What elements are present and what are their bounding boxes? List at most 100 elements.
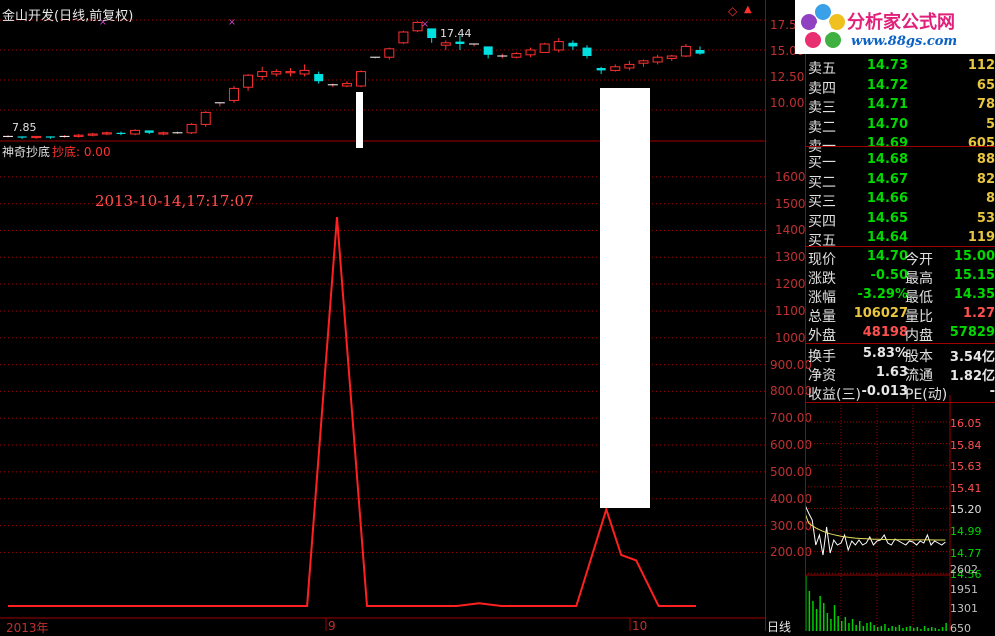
candle-up [440, 42, 451, 46]
order-price: 14.64 [866, 230, 908, 245]
intraday-volume-bar [830, 619, 832, 631]
highlight-bar [600, 88, 650, 508]
intraday-volume-tick: 1951 [950, 582, 978, 596]
intraday-price-tick: 14.99 [950, 525, 982, 538]
panel-divider [805, 146, 995, 147]
order-volume: 53 [976, 210, 995, 226]
stat-value: 48198 [862, 325, 908, 340]
indicator-axis-tick: 1500 [775, 196, 806, 211]
intraday-volume-bar [859, 621, 861, 631]
candle-up [553, 41, 564, 51]
candle-up [73, 134, 84, 137]
order-book-row: 卖五 14.73 112 [808, 58, 995, 77]
intraday-price-tick: 15.41 [950, 481, 982, 495]
stat-label: 总量 [808, 309, 836, 325]
stat-value: 1.27 [962, 306, 995, 321]
price-axis-tick: 12.50 [770, 70, 805, 84]
candle-down [483, 46, 493, 55]
order-volume: 82 [976, 171, 995, 187]
panel-divider [805, 343, 995, 344]
diamond-icon[interactable]: ◇ [728, 4, 737, 18]
candle-up [87, 133, 98, 136]
order-volume: 605 [967, 136, 995, 151]
candle-up [243, 74, 254, 88]
intraday-volume-bar [808, 591, 811, 631]
highlight-bar [356, 92, 363, 148]
date-axis-label: 2013年 [6, 621, 49, 635]
intraday-volume-bar [873, 625, 875, 631]
kline-chart-area[interactable]: × × × 金山开发(日线,前复权) 神奇抄底 抄底: 0.00 2013-10-1… [0, 0, 765, 631]
price-axis-tick: 10.00 [770, 96, 805, 110]
intraday-volume-bar [815, 609, 818, 631]
order-price: 14.70 [866, 116, 908, 132]
logo-url: www.88gs.com [851, 34, 958, 49]
intraday-volume-bar [891, 626, 893, 631]
candle-down [144, 130, 154, 133]
stat-label: 现价 [808, 252, 836, 268]
candle-up [652, 56, 663, 63]
intraday-volume-bar [877, 627, 879, 631]
stat-label: 股本 [905, 349, 933, 365]
candle-down [455, 41, 465, 44]
order-level-label: 卖四 [808, 80, 836, 97]
stat-value: 3.54亿 [949, 350, 995, 365]
flower-logo-icon [801, 4, 845, 48]
stat-value: 1.63 [875, 365, 908, 380]
candle-up [299, 69, 310, 75]
period-label[interactable]: 日线 [767, 618, 791, 635]
scroll-up-icon[interactable]: ▲ [744, 4, 752, 15]
candle-up [610, 66, 621, 71]
stat-row: 总量 106027 量比 1.27 [808, 306, 995, 325]
stat-label: 涨幅 [808, 290, 836, 306]
chart-title: 金山开发(日线,前复权) [2, 9, 134, 24]
order-volume: 5 [985, 116, 995, 132]
intraday-volume-bar [823, 603, 825, 631]
candle-up [186, 123, 197, 134]
stat-row: 外盘 48198 内盘 57829 [808, 325, 995, 344]
indicator-name: 神奇抄底 [2, 145, 51, 159]
candle-up [398, 31, 409, 44]
kline-chart[interactable]: × × × [0, 0, 765, 631]
intraday-volume-bar [837, 616, 839, 631]
candle-up [200, 111, 211, 125]
stat-row: 涨跌 -0.50 最高 15.15 [808, 268, 995, 287]
intraday-volume-bar [884, 624, 886, 631]
stat-row: 换手 5.83% 股本 3.54亿 [808, 346, 995, 365]
stat-value: 15.15 [953, 268, 995, 283]
candle-down [314, 74, 324, 82]
order-price: 14.65 [866, 210, 908, 226]
candle-down [596, 68, 606, 71]
order-volume: 78 [976, 97, 995, 112]
candle-up [680, 45, 691, 57]
order-level-label: 卖三 [808, 100, 836, 116]
stat-value: -3.29% [857, 287, 909, 302]
indicator-value-label: 抄底: 0.00 [52, 145, 111, 159]
intraday-volume-bar [895, 627, 897, 631]
intraday-volume-bar [819, 596, 821, 631]
intraday-volume-bar [851, 619, 854, 631]
intraday-volume-bar [941, 627, 944, 631]
candle-down [582, 47, 592, 56]
intraday-volume-bar [898, 625, 901, 631]
stat-label: 最高 [905, 271, 933, 287]
intraday-price-tick: 14.77 [950, 546, 982, 560]
indicator-line [8, 217, 696, 607]
order-book-row: 买三 14.66 8 [808, 191, 995, 210]
candle-up [624, 63, 635, 69]
stat-value: 14.35 [953, 287, 995, 302]
candle-up [356, 71, 367, 87]
order-price: 14.68 [866, 152, 908, 167]
order-book-row: 卖二 14.70 5 [808, 117, 995, 136]
order-book-row: 卖四 14.72 65 [808, 78, 995, 97]
order-price: 14.71 [866, 97, 908, 112]
order-volume: 65 [976, 77, 995, 93]
intraday-average-line [805, 512, 946, 541]
indicator-axis-tick: 1000 [775, 330, 806, 345]
order-book-row: 买二 14.67 82 [808, 172, 995, 191]
indicator-axis-tick: 1400 [775, 223, 806, 238]
candle-down [568, 42, 578, 47]
order-price: 14.72 [866, 77, 908, 93]
candle-up [341, 83, 352, 87]
candle-up [228, 87, 239, 101]
panel-divider [805, 246, 995, 247]
